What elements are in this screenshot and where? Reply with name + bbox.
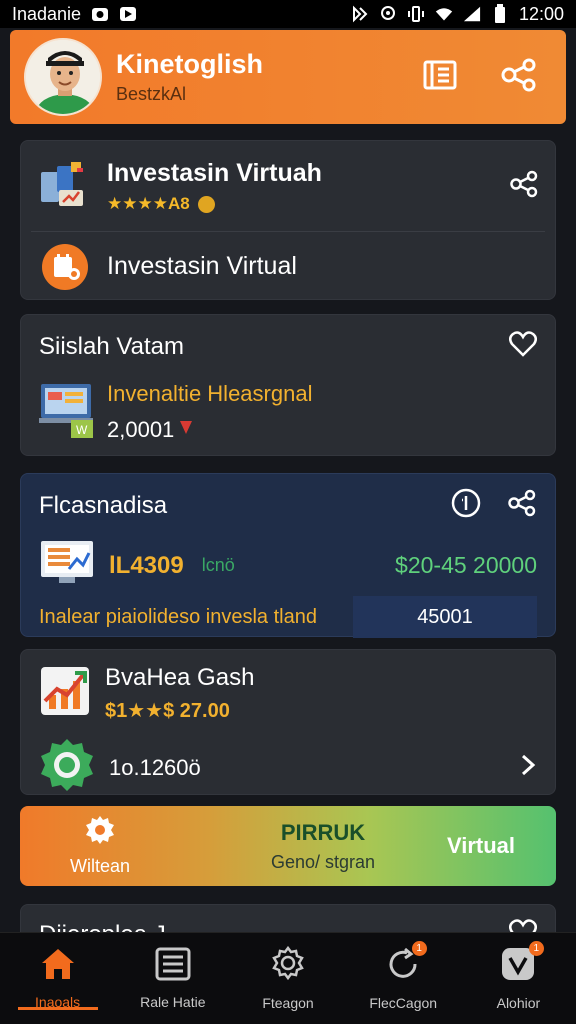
- list-item[interactable]: Investasin Virtual: [21, 232, 555, 301]
- banner-right-label[interactable]: Virtual: [426, 833, 536, 859]
- ledger-icon[interactable]: [422, 57, 458, 98]
- balance-value: 2,0001: [107, 416, 175, 442]
- card-title: BvaHea Gash: [105, 664, 255, 691]
- page-title: Kinetoglish: [116, 49, 263, 79]
- virtual-banner[interactable]: Wiltean PIRRUK Geno/ stgran Virtual: [20, 806, 556, 886]
- home-icon: [40, 947, 76, 986]
- carrier-label: Inadanie: [12, 3, 82, 24]
- cash-value: 1o.1260ö: [109, 754, 201, 780]
- gear-search-icon: [268, 945, 308, 987]
- media-notification-icon: [119, 5, 137, 23]
- heart-icon[interactable]: [509, 331, 537, 362]
- amount-input[interactable]: 45001: [353, 596, 537, 638]
- banner-center: PIRRUK Geno/ stgran: [220, 820, 426, 873]
- forecast-description: Inalear piaiolideso invesla tland: [39, 605, 317, 628]
- share-link-icon[interactable]: [509, 170, 539, 203]
- info-icon[interactable]: [451, 488, 481, 523]
- cash-card[interactable]: BvaHea Gash $1★★$ 27.00 1o.1260ö: [20, 649, 556, 795]
- banner-title: PIRRUK: [280, 819, 366, 845]
- nav-item-refresh[interactable]: 1 FlecCagon: [346, 933, 461, 1024]
- item-title: Investasin Virtual: [107, 252, 297, 280]
- monitor-chart-icon: [39, 539, 95, 592]
- gear-icon: [85, 815, 115, 850]
- forecast-label: lcnö: [201, 555, 235, 575]
- banner-subtitle: Geno/ stgran: [270, 851, 376, 872]
- growth-chart-icon: [39, 665, 91, 722]
- forecast-value: lL4309: [109, 551, 184, 579]
- active-indicator: [17, 1007, 98, 1010]
- investment-card: Investasin Virtuah ★★★★A8 Investasin Vir…: [20, 140, 556, 300]
- vibrate-icon: [407, 5, 425, 23]
- nav-label: Rale Hatie: [140, 994, 206, 1010]
- balance-card[interactable]: Siislah Vatam W Invenaltie Hleasrgnal 2,…: [20, 314, 556, 456]
- forecast-card[interactable]: Flcasnadisa lL4309 lcnö $20-45 20000 Ina…: [20, 473, 556, 638]
- nav-item-home[interactable]: Inaoals: [0, 933, 115, 1024]
- banner-left[interactable]: Wiltean: [40, 815, 160, 877]
- share-link-icon[interactable]: [500, 57, 538, 98]
- camera-notification-icon: [91, 5, 109, 23]
- nav-label: FlecCagon: [369, 995, 438, 1011]
- forecast-range: $20-45 20000: [395, 552, 537, 578]
- location-icon: [379, 5, 397, 23]
- list-item[interactable]: Investasin Virtuah ★★★★A8: [21, 141, 555, 231]
- card-subtitle: Invenaltie Hleasrgnal: [107, 380, 313, 406]
- laptop-icon: W: [39, 380, 95, 443]
- notification-badge: 1: [528, 941, 544, 956]
- avatar[interactable]: [24, 38, 102, 116]
- banner-left-label: Wiltean: [69, 856, 131, 876]
- calendar-coin-icon: [37, 239, 93, 295]
- tag-icon: [178, 419, 194, 440]
- list-icon: [155, 947, 191, 986]
- nav-label: Fteagon: [262, 995, 314, 1011]
- card-title: Flcasnadisa: [39, 491, 168, 519]
- chevron-right-icon[interactable]: [519, 752, 537, 783]
- svg-text:W: W: [76, 423, 88, 437]
- badge-icon: [39, 737, 95, 798]
- clock: 12:00: [518, 3, 564, 24]
- coin-icon: [198, 195, 216, 213]
- item-title: Investasin Virtuah: [107, 158, 322, 187]
- page-subtitle: BestzkAl: [116, 84, 187, 104]
- nav-item-list[interactable]: Rale Hatie: [115, 933, 230, 1024]
- nav-item-search[interactable]: Fteagon: [230, 933, 345, 1024]
- investment-chart-icon: [37, 158, 93, 214]
- app-header: Kinetoglish BestzkAl: [10, 30, 566, 124]
- cash-price: $1★★$ 27.00: [105, 700, 230, 722]
- notification-badge: 1: [411, 941, 427, 956]
- wifi-icon: [435, 5, 453, 23]
- bottom-navigation: Inaoals Rale Hatie Fteagon 1 FlecCagon 1…: [0, 932, 576, 1024]
- share-link-icon[interactable]: [507, 489, 537, 522]
- battery-icon: [491, 4, 509, 23]
- nfc-icon: [351, 5, 369, 23]
- nav-label: Alohior: [496, 995, 541, 1011]
- card-title: Siislah Vatam: [39, 332, 184, 360]
- signal-icon: [463, 5, 481, 23]
- nav-item-profile[interactable]: 1 Alohior: [461, 933, 576, 1024]
- rating: ★★★★A8: [107, 193, 190, 213]
- status-bar: Inadanie 12:00: [0, 0, 576, 28]
